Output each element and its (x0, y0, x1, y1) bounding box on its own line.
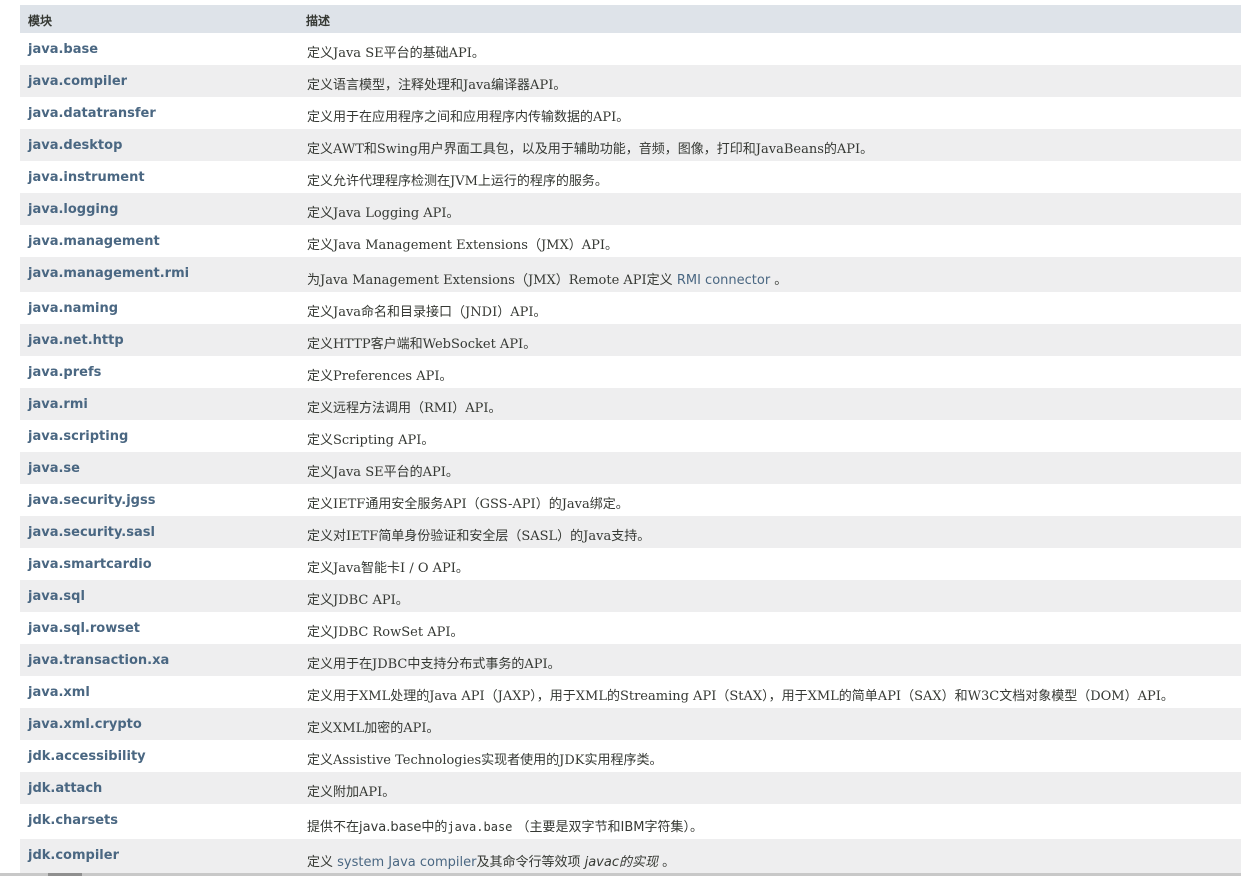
module-description: 定义Preferences API。 (307, 369, 453, 384)
description-text: 定义 (307, 855, 338, 870)
description-link[interactable]: RMI connector (677, 273, 770, 288)
description-link[interactable]: system Java compiler (337, 855, 476, 870)
module-link[interactable]: jdk.attach (28, 781, 102, 796)
description-text: （主要是双字节和IBM字符集）。 (512, 820, 704, 835)
table-row: java.sql 定义JDBC API。 (20, 580, 1241, 612)
header-module: 模块 (28, 14, 53, 28)
module-description: 定义HTTP客户端和WebSocket API。 (307, 337, 537, 352)
module-description: 定义Java命名和目录接口（JNDI）API。 (307, 305, 547, 320)
module-link[interactable]: java.sql.rowset (28, 621, 140, 636)
table-row: java.instrument 定义允许代理程序检测在JVM上运行的程序的服务。 (20, 161, 1241, 193)
module-link[interactable]: java.rmi (28, 397, 88, 412)
module-description: 定义Java SE平台的API。 (307, 465, 459, 480)
description-text: 及其命令行等效项 (476, 855, 585, 870)
module-link[interactable]: java.scripting (28, 429, 128, 444)
module-description: 定义Java SE平台的基础API。 (307, 46, 485, 61)
module-description: 定义Assistive Technologies实现者使用的JDK实用程序类。 (307, 753, 663, 768)
module-link[interactable]: java.security.jgss (28, 493, 155, 508)
module-link[interactable]: jdk.charsets (28, 813, 118, 828)
module-link[interactable]: java.instrument (28, 170, 145, 185)
module-description: 定义用于在应用程序之间和应用程序内传输数据的API。 (307, 110, 630, 125)
description-text: 。 (657, 855, 676, 870)
table-row: java.base 定义Java SE平台的基础API。 (20, 33, 1241, 65)
table-row: java.management 定义Java Management Extensi… (20, 225, 1241, 257)
table-row: java.security.sasl 定义对IETF简单身份验证和安全层（SASL… (20, 516, 1241, 548)
table-row: java.prefs 定义Preferences API。 (20, 356, 1241, 388)
table-header: 模块 描述 (20, 5, 1241, 33)
module-link[interactable]: java.datatransfer (28, 106, 156, 121)
module-link[interactable]: java.security.sasl (28, 525, 155, 540)
module-description: 定义IETF通用安全服务API（GSS-API）的Java绑定。 (307, 497, 629, 512)
module-link[interactable]: java.management.rmi (28, 266, 189, 281)
module-description: 定义Java Logging API。 (307, 206, 460, 221)
table-row: java.scripting 定义Scripting API。 (20, 420, 1241, 452)
table-row: java.sql.rowset 定义JDBC RowSet API。 (20, 612, 1241, 644)
module-link[interactable]: java.desktop (28, 138, 122, 153)
table-row: jdk.charsets 提供不在java.base中的java.base （主要… (20, 804, 1241, 839)
module-link[interactable]: jdk.accessibility (28, 749, 146, 764)
table-row: java.net.http 定义HTTP客户端和WebSocket API。 (20, 324, 1241, 356)
module-link[interactable]: java.smartcardio (28, 557, 152, 572)
module-link[interactable]: java.prefs (28, 365, 101, 380)
table-row: java.xml 定义用于XML处理的Java API（JAXP），用于XML的S… (20, 676, 1241, 708)
inline-code: java.base (447, 820, 513, 834)
table-row: java.naming 定义Java命名和目录接口（JNDI）API。 (20, 292, 1241, 324)
module-description: 为Java Management Extensions（JMX）Remote A… (307, 269, 787, 288)
description-italic: javac的实现 (584, 855, 658, 870)
module-link[interactable]: java.transaction.xa (28, 653, 169, 668)
module-description: 定义对IETF简单身份验证和安全层（SASL）的Java支持。 (307, 529, 651, 544)
module-description: 定义允许代理程序检测在JVM上运行的程序的服务。 (307, 174, 608, 189)
module-description: 定义语言模型，注释处理和Java编译器API。 (307, 78, 567, 93)
table-row: java.logging 定义Java Logging API。 (20, 193, 1241, 225)
module-description: 定义附加API。 (307, 785, 396, 800)
module-description: 定义用于在JDBC中支持分布式事务的API。 (307, 657, 561, 672)
table-row: jdk.attach 定义附加API。 (20, 772, 1241, 804)
table-row: java.se 定义Java SE平台的API。 (20, 452, 1241, 484)
module-description: 提供不在java.base中的java.base （主要是双字节和IBM字符集）… (307, 816, 703, 835)
clipped-caption (20, 0, 80, 3)
module-description: 定义JDBC RowSet API。 (307, 625, 464, 640)
module-link[interactable]: java.naming (28, 301, 118, 316)
table-row: java.transaction.xa 定义用于在JDBC中支持分布式事务的API… (20, 644, 1241, 676)
table-row: java.security.jgss 定义IETF通用安全服务API（GSS-AP… (20, 484, 1241, 516)
module-description: 定义Java智能卡I / O API。 (307, 561, 469, 576)
table-row: java.xml.crypto 定义XML加密的API。 (20, 708, 1241, 740)
description-text: 提供不在java.base中的 (307, 820, 448, 835)
module-description: 定义AWT和Swing用户界面工具包，以及用于辅助功能，音频，图像，打印和Jav… (307, 142, 874, 157)
module-link[interactable]: java.logging (28, 202, 118, 217)
module-link[interactable]: java.base (28, 42, 98, 57)
module-description: 定义JDBC API。 (307, 593, 409, 608)
description-text: 。 (770, 273, 788, 288)
module-link[interactable]: java.net.http (28, 333, 124, 348)
module-link[interactable]: java.se (28, 461, 80, 476)
table-row: java.smartcardio 定义Java智能卡I / O API。 (20, 548, 1241, 580)
module-description: 定义Scripting API。 (307, 433, 435, 448)
module-description: 定义Java Management Extensions（JMX）API。 (307, 238, 618, 253)
module-description: 定义用于XML处理的Java API（JAXP），用于XML的Streaming… (307, 689, 1174, 704)
table-body: java.base 定义Java SE平台的基础API。 java.compiler… (20, 33, 1241, 874)
module-description: 定义远程方法调用（RMI）API。 (307, 401, 502, 416)
module-link[interactable]: jdk.compiler (28, 848, 119, 863)
module-link[interactable]: java.compiler (28, 74, 127, 89)
table-row: jdk.accessibility 定义Assistive Technologie… (20, 740, 1241, 772)
module-description: 定义XML加密的API。 (307, 721, 440, 736)
module-link[interactable]: java.sql (28, 589, 85, 604)
table-row: java.management.rmi 为Java Management Exte… (20, 257, 1241, 292)
module-link[interactable]: java.management (28, 234, 160, 249)
modules-table: 模块 描述 java.base 定义Java SE平台的基础API。 java.co… (20, 5, 1241, 874)
header-description: 描述 (306, 14, 331, 28)
description-text: 为Java Management Extensions（JMX）Remote A… (307, 273, 677, 288)
table-row: java.datatransfer 定义用于在应用程序之间和应用程序内传输数据的A… (20, 97, 1241, 129)
table-row: java.desktop 定义AWT和Swing用户界面工具包，以及用于辅助功能，… (20, 129, 1241, 161)
module-link[interactable]: java.xml (28, 685, 90, 700)
table-row: jdk.compiler 定义 system Java compiler及其命令行… (20, 839, 1241, 874)
module-link[interactable]: java.xml.crypto (28, 717, 142, 732)
module-description: 定义 system Java compiler及其命令行等效项 javac的实现… (307, 851, 675, 870)
table-row: java.compiler 定义语言模型，注释处理和Java编译器API。 (20, 65, 1241, 97)
table-row: java.rmi 定义远程方法调用（RMI）API。 (20, 388, 1241, 420)
